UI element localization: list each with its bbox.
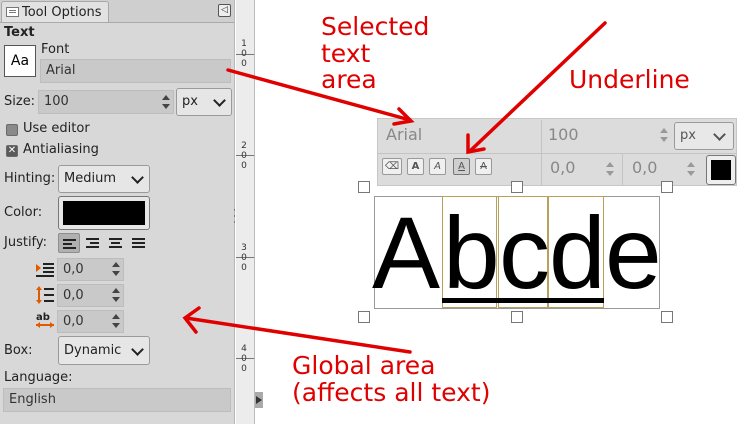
annotation-selected: area [321, 65, 377, 94]
annotation-global: (affects all text) [292, 378, 491, 407]
annotation-selected: text [321, 39, 371, 68]
annotation-selected: Selected [321, 12, 430, 41]
annotation-underline: Underline [569, 65, 690, 94]
annotation-global: Global area [292, 351, 436, 380]
